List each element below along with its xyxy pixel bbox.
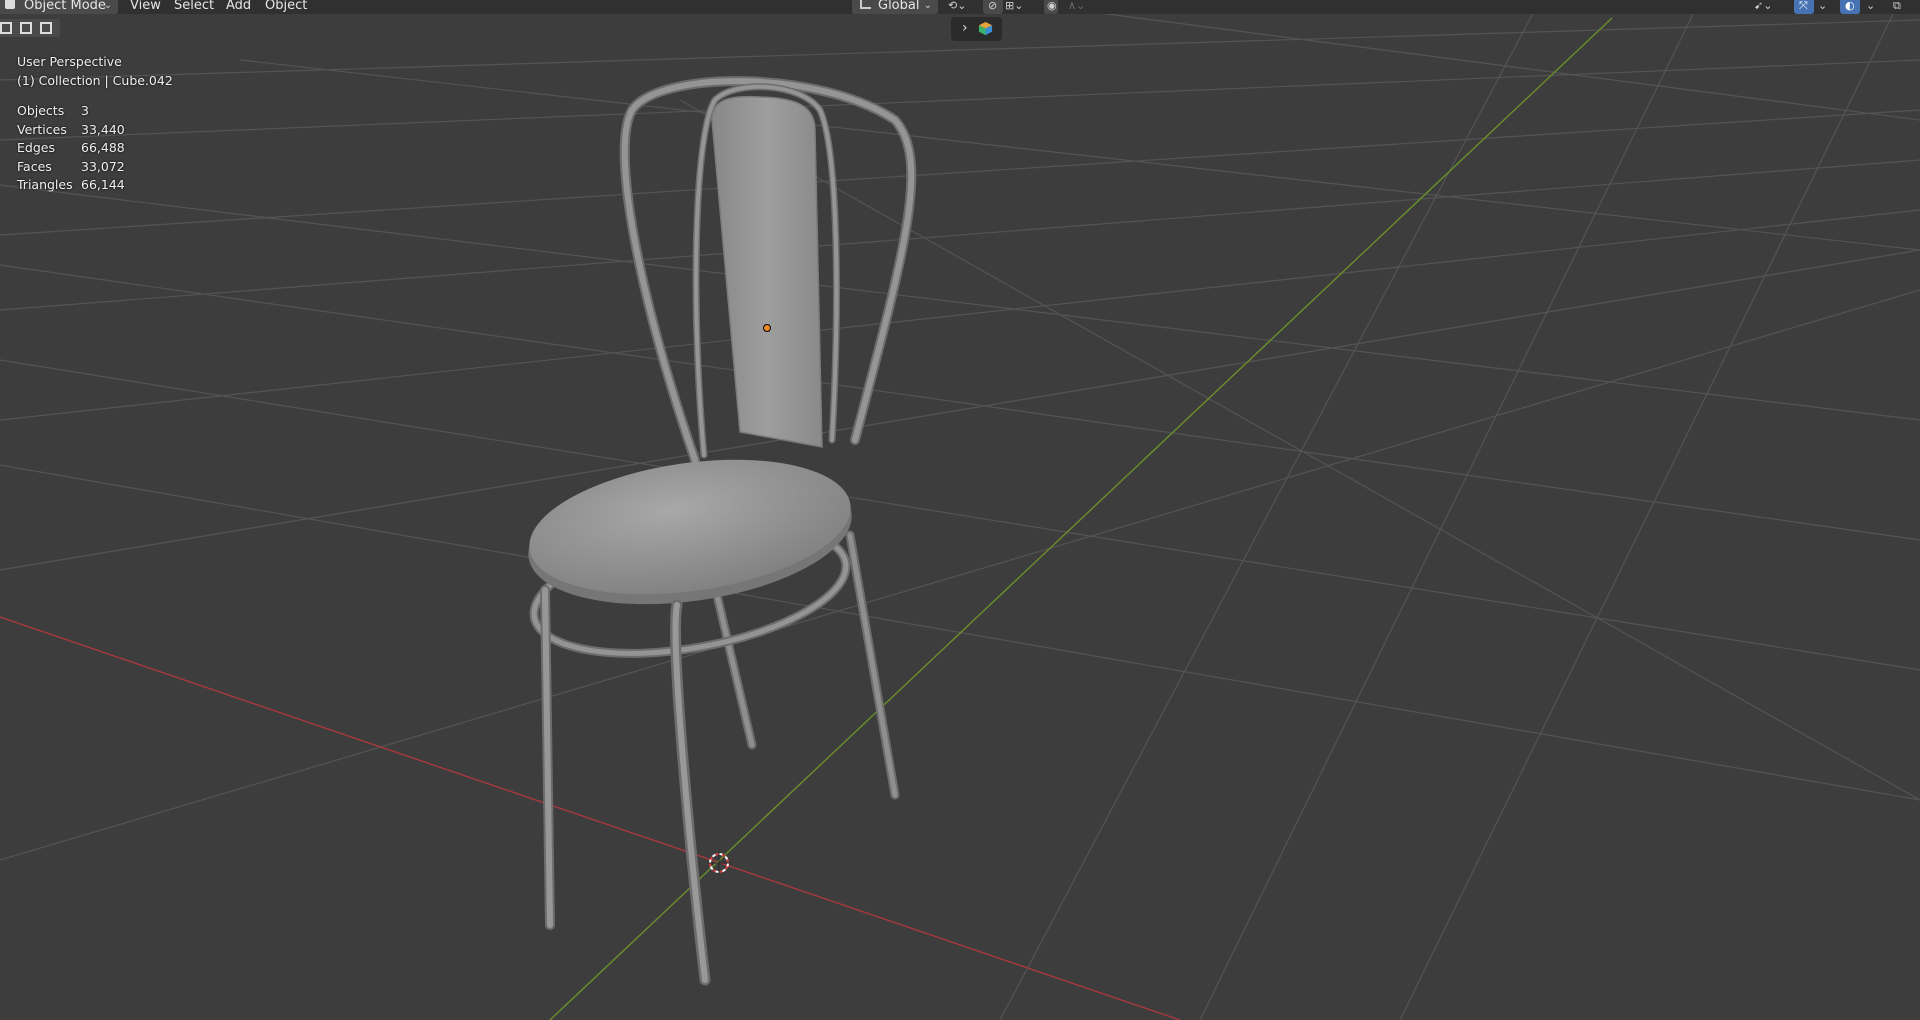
select-subtract-icon[interactable] <box>40 22 52 34</box>
stat-label: Triangles <box>17 177 73 192</box>
select-new-icon[interactable] <box>0 22 12 34</box>
stat-value: 66,144 <box>81 177 125 192</box>
snap-target-icon[interactable]: ⊞⌄ <box>1005 0 1023 13</box>
stat-value: 66,488 <box>81 140 125 155</box>
chair-model[interactable] <box>519 76 917 986</box>
select-menu[interactable]: Select <box>174 0 214 14</box>
view-menu[interactable]: View <box>130 0 161 14</box>
scene-cube-icon <box>978 21 993 36</box>
stat-row-faces: Faces 33,072 <box>17 158 125 177</box>
scene-statistics: Objects 3 Vertices 33,440 Edges 66,488 Face… <box>17 102 125 195</box>
object-mode-label: Object Mode <box>24 0 106 13</box>
stat-value: 3 <box>81 103 89 118</box>
stat-row-triangles: Triangles 66,144 <box>17 176 125 195</box>
x-axis-line <box>0 616 1181 1020</box>
chevron-down-icon[interactable]: ⌄ <box>1818 0 1827 13</box>
stat-label: Edges <box>17 140 55 155</box>
stat-row-objects: Objects 3 <box>17 102 125 121</box>
gizmo-icon: ⤧ <box>1799 0 1808 12</box>
stat-label: Faces <box>17 158 52 174</box>
viewport-header: Object Mode ⌄ View Select Add Object Glo… <box>0 0 1920 14</box>
stat-value: 33,440 <box>81 121 125 137</box>
chevron-down-icon[interactable]: ⌄ <box>1866 0 1875 13</box>
chevron-down-icon: ⌄ <box>923 0 932 11</box>
select-tool-icon[interactable]: ➹⌄ <box>1754 0 1772 13</box>
floor-grid <box>0 0 1920 1020</box>
overlay-icon: ◐ <box>1845 0 1855 12</box>
select-mode-buttons <box>0 19 60 37</box>
view-name: User Perspective <box>17 54 122 69</box>
active-object-info: (1) Collection | Cube.042 <box>17 73 173 88</box>
add-menu[interactable]: Add <box>226 0 251 14</box>
object-menu[interactable]: Object <box>265 0 307 14</box>
orientation-icon <box>860 0 871 9</box>
3d-cursor-icon[interactable] <box>707 851 731 875</box>
expand-chevron-icon: › <box>962 20 968 36</box>
select-extend-icon[interactable] <box>20 22 32 34</box>
3d-viewport[interactable] <box>0 0 1920 1020</box>
xray-icon[interactable]: ⧉ <box>1893 0 1901 13</box>
viewport-info-overlay: User Perspective (1) Collection | Cube.0… <box>17 52 173 90</box>
stat-row-edges: Edges 66,488 <box>17 139 125 158</box>
chevron-down-icon: ⌄ <box>103 0 112 11</box>
stat-value: 33,072 <box>81 158 125 174</box>
chair-backrest-panel <box>711 95 823 448</box>
orientation-label: Global <box>878 0 920 13</box>
falloff-icon[interactable]: ∧⌄ <box>1068 0 1085 13</box>
transform-orientation-dropdown[interactable]: Global ⌄ <box>852 0 938 14</box>
pivot-icon[interactable]: ⟲⌄ <box>948 0 966 13</box>
snap-icon: ⊘ <box>988 0 998 12</box>
object-mode-icon <box>5 0 15 9</box>
object-origin-icon <box>763 324 771 332</box>
object-mode-dropdown[interactable]: Object Mode ⌄ <box>0 0 118 14</box>
stat-label: Vertices <box>17 121 67 137</box>
stat-label: Objects <box>17 103 65 118</box>
proportional-edit-icon: ◉ <box>1047 0 1057 12</box>
tool-header-expander[interactable]: › <box>951 17 1002 41</box>
stat-row-vertices: Vertices 33,440 <box>17 121 125 140</box>
